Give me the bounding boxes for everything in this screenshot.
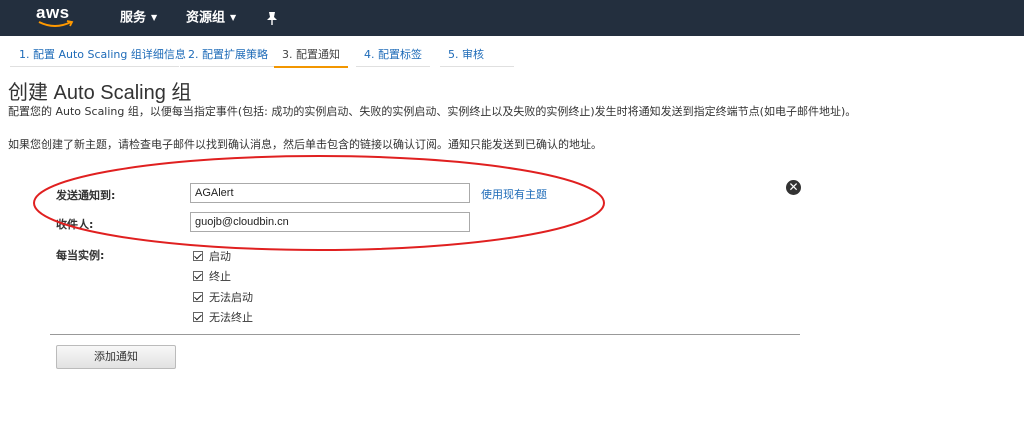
- step-configure-details[interactable]: 1. 配置 Auto Scaling 组详细信息: [10, 44, 186, 67]
- form-divider: [50, 334, 800, 335]
- checkbox-fail-terminate[interactable]: 无法终止: [193, 309, 253, 325]
- page-title: 创建 Auto Scaling 组: [8, 82, 192, 104]
- checkbox-terminate[interactable]: 终止: [193, 268, 231, 284]
- recipient-label: 收件人:: [56, 218, 94, 231]
- checkbox-checked-icon[interactable]: [193, 292, 203, 302]
- checkbox-fail-launch[interactable]: 无法启动: [193, 289, 253, 305]
- use-existing-topic-link[interactable]: 使用现有主题: [481, 186, 547, 202]
- step-review[interactable]: 5. 审核: [440, 44, 514, 67]
- checkbox-fail-terminate-label: 无法终止: [209, 311, 253, 324]
- remove-notification-icon[interactable]: ✕: [786, 180, 801, 195]
- resource-groups-menu-label: 资源组: [186, 10, 226, 26]
- step-configure-notifications[interactable]: 3. 配置通知: [274, 44, 348, 68]
- confirmation-note: 如果您创建了新主题，请检查电子邮件以找到确认消息，然后单击包含的链接以确认订阅。…: [8, 138, 602, 151]
- checkbox-launch-label: 启动: [209, 250, 231, 263]
- whenever-instance-label: 每当实例:: [56, 249, 105, 262]
- recipient-input[interactable]: guojb@cloudbin.cn: [190, 212, 470, 232]
- checkbox-fail-launch-label: 无法启动: [209, 291, 253, 304]
- checkbox-checked-icon[interactable]: [193, 312, 203, 322]
- checkbox-checked-icon[interactable]: [193, 271, 203, 281]
- checkbox-checked-icon[interactable]: [193, 251, 203, 261]
- services-menu[interactable]: 服务 ▼: [120, 0, 157, 36]
- chevron-down-icon: ▼: [230, 13, 237, 22]
- resource-groups-menu[interactable]: 资源组 ▼: [186, 0, 236, 36]
- pin-icon[interactable]: [264, 10, 280, 26]
- checkbox-terminate-label: 终止: [209, 270, 231, 283]
- step-configure-tags[interactable]: 4. 配置标签: [356, 44, 430, 67]
- aws-smile-icon: [38, 20, 74, 27]
- page-description: 配置您的 Auto Scaling 组，以便每当指定事件(包括: 成功的实例启动…: [8, 105, 857, 118]
- chevron-down-icon: ▼: [151, 13, 158, 22]
- checkbox-launch[interactable]: 启动: [193, 248, 231, 264]
- aws-logo[interactable]: aws: [36, 4, 78, 32]
- send-to-label: 发送通知到:: [56, 189, 116, 202]
- step-scaling-policies[interactable]: 2. 配置扩展策略: [180, 44, 274, 67]
- services-menu-label: 服务: [120, 10, 147, 26]
- add-notification-button[interactable]: 添加通知: [56, 345, 176, 369]
- send-to-input[interactable]: AGAlert: [190, 183, 470, 203]
- aws-logo-text: aws: [36, 3, 70, 22]
- top-nav-bar: aws 服务 ▼ 资源组 ▼: [0, 0, 1024, 36]
